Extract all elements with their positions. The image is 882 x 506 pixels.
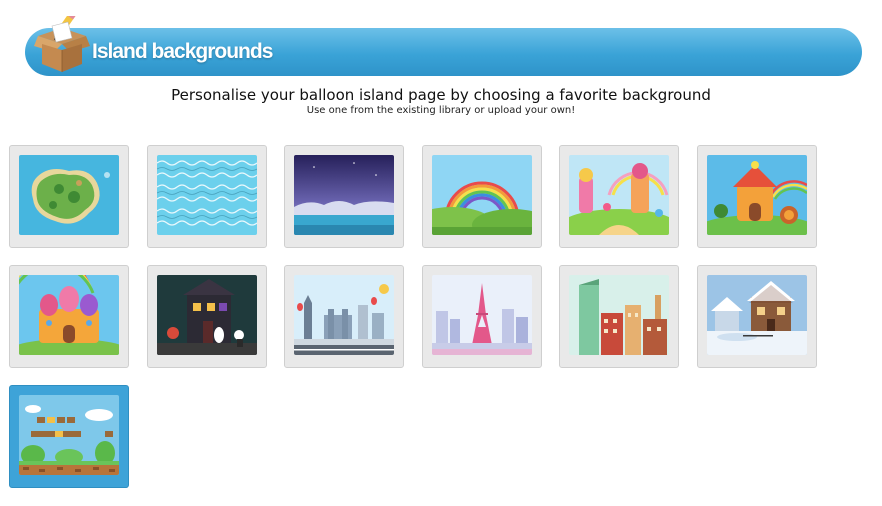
- london-thumbnail: [294, 275, 394, 355]
- background-tile-london[interactable]: [284, 265, 404, 368]
- city-skyline-thumbnail: [569, 275, 669, 355]
- background-tile-snowy-village[interactable]: [697, 265, 817, 368]
- background-tile-candy-castle[interactable]: [9, 265, 129, 368]
- background-tile-candy-house[interactable]: [697, 145, 817, 248]
- platformer-level-thumbnail: [19, 395, 119, 475]
- haunted-house-thumbnail: [157, 275, 257, 355]
- night-sea-thumbnail: [294, 155, 394, 235]
- background-tile-haunted-house[interactable]: [147, 265, 267, 368]
- candy-castle-thumbnail: [19, 275, 119, 355]
- intro-heading: Personalise your balloon island page by …: [171, 86, 711, 104]
- background-tile-island-map[interactable]: [9, 145, 129, 248]
- waves-thumbnail: [157, 155, 257, 235]
- rainbow-hills-thumbnail: [432, 155, 532, 235]
- background-tile-candy-land[interactable]: [559, 145, 679, 248]
- island-map-thumbnail: [19, 155, 119, 235]
- candy-house-thumbnail: [707, 155, 807, 235]
- background-tile-night-sea[interactable]: [284, 145, 404, 248]
- background-tile-paris[interactable]: [422, 265, 542, 368]
- background-tile-platformer-level[interactable]: [9, 385, 129, 488]
- background-tile-rainbow-hills[interactable]: [422, 145, 542, 248]
- background-tile-waves[interactable]: [147, 145, 267, 248]
- background-tile-city-skyline[interactable]: [559, 265, 679, 368]
- candy-land-thumbnail: [569, 155, 669, 235]
- paris-thumbnail: [432, 275, 532, 355]
- snowy-village-thumbnail: [707, 275, 807, 355]
- page-title: Island backgrounds: [92, 40, 273, 63]
- intro-hint: Use one from the existing library or upl…: [306, 105, 576, 116]
- page: Island backgrounds Personalise your ball…: [0, 0, 882, 506]
- open-box-with-pencil-icon: [32, 11, 92, 74]
